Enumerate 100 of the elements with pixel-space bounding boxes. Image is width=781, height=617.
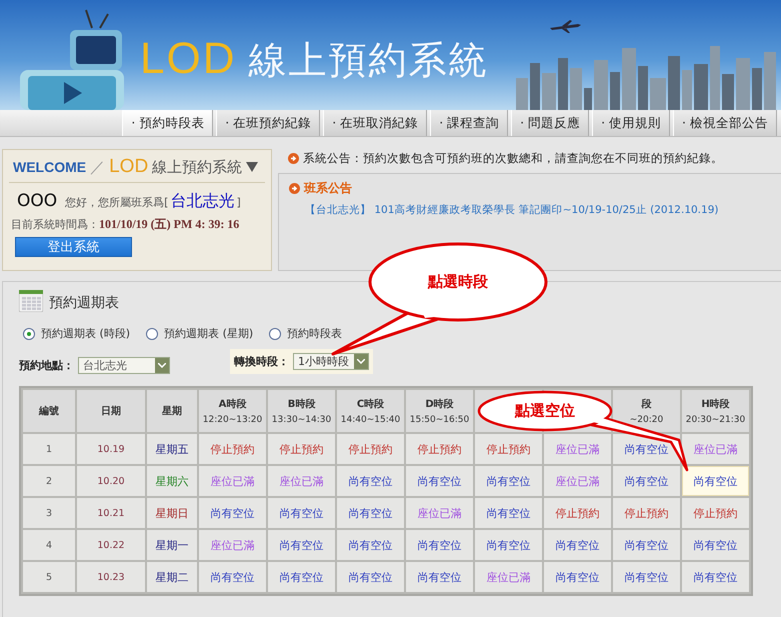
slot-cell[interactable]: 尚有空位 [544,530,611,560]
greeting-text: 您好，您所屬班系爲[ [65,195,168,210]
slot-cell[interactable]: 停止預約 [613,498,680,528]
slot-switch-label: 轉換時段： [234,354,289,369]
slot-time: 12:20~13:20 [202,415,264,425]
slot-cell[interactable]: 尚有空位 [268,498,335,528]
triangle-down-icon [246,162,258,172]
slot-cell[interactable]: 停止預約 [406,434,473,464]
slot-cell[interactable]: 停止預約 [268,434,335,464]
callout-text: 點選空位 [515,402,575,420]
slot-cell[interactable]: 尚有空位 [544,562,611,592]
slot-cell[interactable]: 尚有空位 [406,530,473,560]
slot-cell[interactable]: 尚有空位 [682,530,749,560]
table-cell: 星期日 [147,498,197,528]
slash-text: ／ [90,158,106,176]
slot-time: 14:40~15:40 [340,415,402,425]
slot-label: C時段 [356,398,386,411]
time-label: 目前系統時間爲： [11,217,99,232]
table-cell: 星期二 [147,562,197,592]
slot-cell[interactable]: 停止預約 [475,434,542,464]
slot-cell[interactable]: 尚有空位 [682,466,749,496]
slot-cell[interactable]: 尚有空位 [268,530,335,560]
radio-icon[interactable] [269,328,282,340]
notice-link[interactable]: 【台北志光】 101高考財經廉政考取榮學長 筆記團印~10/19-10/25止 (2012.10.19) [305,203,771,217]
nav-tab[interactable]: · 在班預約紀錄 [216,110,320,136]
slot-label: B時段 [286,398,316,411]
table-cell: 4 [23,530,75,560]
logo-title: 線上預約系統 [248,37,488,84]
slot-cell[interactable]: 座位已滿 [682,434,749,464]
slot-cell[interactable]: 停止預約 [337,434,404,464]
slot-cell[interactable]: 停止預約 [199,434,266,464]
nav-tab[interactable]: · 預約時段表 [122,110,214,136]
slot-label: H時段 [700,398,731,411]
slot-cell[interactable]: 座位已滿 [199,530,266,560]
table-cell: 2 [23,466,75,496]
nav-tab[interactable]: · 在班取消紀錄 [323,110,428,136]
table-cell: 5 [23,562,75,592]
slot-cell[interactable]: 尚有空位 [337,530,404,560]
table-cell: 1 [23,434,75,464]
table-cell: 星期六 [147,466,197,496]
slot-cell[interactable]: 尚有空位 [268,562,335,592]
slot-dropdown[interactable]: 1小時時段 [293,353,369,370]
slot-cell[interactable]: 座位已滿 [268,466,335,496]
slot-cell[interactable]: 座位已滿 [199,466,266,496]
airplane-icon [548,20,582,34]
nav-tab[interactable]: · 檢視全部公告 [673,110,777,136]
slot-cell[interactable]: 尚有空位 [613,466,680,496]
slot-time: 13:30~14:30 [270,415,332,425]
table-cell: 10.23 [77,562,145,592]
radio-option[interactable]: 預約週期表 (時段) [23,326,130,341]
nav-tab[interactable]: · 課程查詢 [430,110,508,136]
slot-cell[interactable]: 尚有空位 [199,498,266,528]
table-cell: 10.22 [77,530,145,560]
slot-cell[interactable]: 尚有空位 [337,562,404,592]
slot-cell[interactable]: 尚有空位 [337,466,404,496]
radio-option[interactable]: 預約時段表 [269,326,342,341]
caret-icon [155,358,169,373]
nav-tab[interactable]: · 使用規則 [592,110,670,136]
slot-cell[interactable]: 尚有空位 [406,466,473,496]
table-cell: 10.21 [77,498,145,528]
slot-cell[interactable]: 尚有空位 [406,562,473,592]
branch-name: 台北志光 [170,191,234,212]
slot-cell[interactable]: 停止預約 [682,498,749,528]
slot-cell[interactable]: 座位已滿 [475,562,542,592]
slot-cell[interactable]: 座位已滿 [544,434,611,464]
arrow-circle-icon [289,183,300,194]
slot-cell[interactable]: 尚有空位 [682,562,749,592]
slot-cell[interactable]: 尚有空位 [475,466,542,496]
radio-icon[interactable] [23,328,35,340]
slot-cell[interactable]: 停止預約 [544,498,611,528]
table-cell: 星期五 [147,434,197,464]
location-label: 預約地點： [19,358,74,373]
welcome-text: WELCOME [13,159,86,175]
bracket-text: ] [236,196,241,209]
radio-option[interactable]: 預約週期表 (星期) [146,326,254,341]
location-dropdown[interactable]: 台北志光 [78,357,170,374]
caret-icon [354,354,368,369]
slot-time: 15:50~16:50 [408,415,470,425]
logout-button[interactable]: 登出系統 [15,237,132,257]
table-cell: 10.20 [77,466,145,496]
slot-cell[interactable]: 尚有空位 [475,530,542,560]
slot-cell[interactable]: 座位已滿 [544,466,611,496]
column-header: 星期 [147,390,197,432]
slot-cell[interactable]: 尚有空位 [613,530,680,560]
radio-icon[interactable] [146,328,158,340]
slot-time: 20:30~21:30 [684,415,746,425]
slot-label: 段 [640,398,652,411]
logo-text: LOD [140,34,236,84]
nav-tab[interactable]: · 問題反應 [511,110,590,136]
slot-cell[interactable]: 尚有空位 [613,562,680,592]
notice-title: 班系公告 [304,180,352,197]
time-value: 101/10/19 (五) PM 4: 39: 16 [99,216,240,233]
table-cell: 3 [23,498,75,528]
slot-cell[interactable]: 尚有空位 [475,498,542,528]
slot-cell[interactable]: 尚有空位 [199,562,266,592]
slot-cell[interactable]: 座位已滿 [406,498,473,528]
system-title: 線上預約系統 [152,158,242,176]
slot-cell[interactable]: 尚有空位 [337,498,404,528]
slot-label: A時段 [218,398,248,411]
system-notice: 系統公告：預約次數包含可預約班的次數總和，請查詢您在不同班的預約紀錄。 [303,150,723,166]
